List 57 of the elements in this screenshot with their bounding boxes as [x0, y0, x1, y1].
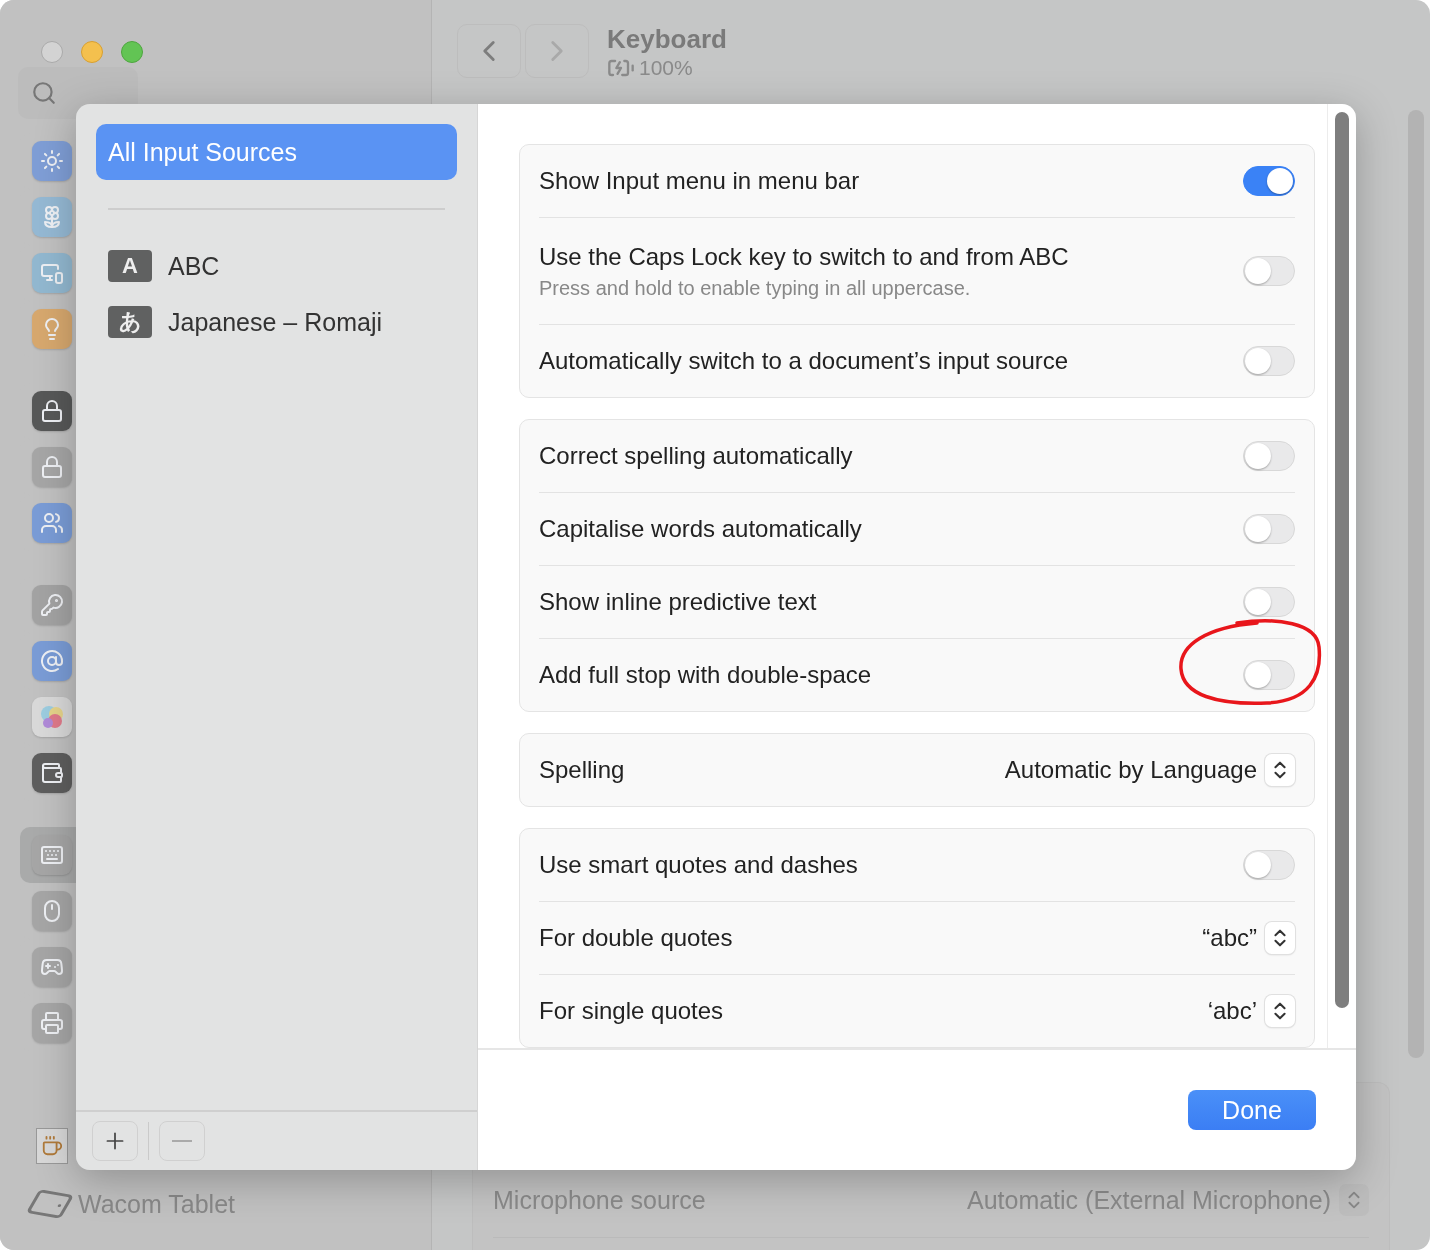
setting-label: Capitalise words automatically [539, 515, 862, 543]
key-icon [32, 585, 72, 625]
setting-label: Microphone source [493, 1185, 706, 1215]
printer-icon [32, 1003, 72, 1043]
search-icon [31, 80, 57, 106]
select-value: ‘abc’ [1207, 997, 1257, 1025]
popup-button[interactable] [1265, 995, 1295, 1027]
setting-label: Automatically switch to a document’s input source [539, 347, 1069, 375]
sun-icon [32, 141, 72, 181]
done-button[interactable]: Done [1188, 1090, 1316, 1130]
keyboard-icon [32, 835, 72, 875]
setting-label: For double quotes [539, 924, 733, 952]
source-list-item[interactable]: あ Japanese – Romaji [96, 294, 457, 350]
lightbulb-icon [32, 309, 72, 349]
minimize-button[interactable] [81, 41, 103, 63]
people-icon [32, 503, 72, 543]
setting-label: Correct spelling automatically [539, 442, 853, 470]
coffee-cup-icon[interactable] [36, 1128, 68, 1164]
window-title: Keyboard [607, 24, 727, 54]
wallet-icon [32, 753, 72, 793]
gamepad-icon [32, 947, 72, 987]
popup-button[interactable] [1265, 922, 1295, 954]
scrollbar[interactable] [1335, 112, 1349, 1008]
setting-label: Show Input menu in menu bar [539, 167, 860, 195]
popup-button[interactable] [1265, 754, 1295, 786]
source-badge: あ [108, 306, 152, 338]
setting-description: Press and hold to enable typing in all uppercase. [539, 276, 972, 300]
at-sign-icon [32, 641, 72, 681]
toggle-switch[interactable] [1243, 166, 1295, 196]
setting-label: Show inline predictive text [539, 588, 817, 616]
forward-button[interactable] [525, 24, 589, 78]
setting-label: Use the Caps Lock key to switch to and from ABC [539, 242, 1069, 271]
monitor-icon [32, 253, 72, 293]
lock-icon [32, 447, 72, 487]
select-value: “abc” [1202, 924, 1257, 952]
minus-icon [172, 1140, 192, 1142]
close-button[interactable] [41, 41, 63, 63]
source-name: Japanese – Romaji [168, 307, 382, 337]
setting-label: Spelling [539, 756, 625, 784]
mouse-icon [32, 891, 72, 931]
sidebar-item[interactable]: Wacom Tablet [78, 1189, 235, 1219]
source-list-item[interactable]: All Input Sources [96, 124, 457, 180]
setting-value: Automatic (External Microphone) [966, 1185, 1331, 1215]
source-list-item[interactable]: A ABC [96, 238, 457, 294]
source-badge: A [108, 250, 152, 282]
setting-label: Use smart quotes and dashes [539, 851, 858, 879]
source-name: ABC [168, 251, 220, 281]
lock-icon [32, 391, 72, 431]
add-button[interactable] [92, 1121, 138, 1161]
setting-label: Add full stop with double-space [539, 661, 872, 689]
select-value: Automatic by Language [1004, 756, 1257, 784]
battery-level: 100% [639, 56, 693, 80]
back-button[interactable] [457, 24, 521, 78]
zoom-button[interactable] [121, 41, 143, 63]
flower-icon [32, 197, 72, 237]
bubbles-icon [32, 697, 72, 737]
setting-label: For single quotes [539, 997, 724, 1025]
